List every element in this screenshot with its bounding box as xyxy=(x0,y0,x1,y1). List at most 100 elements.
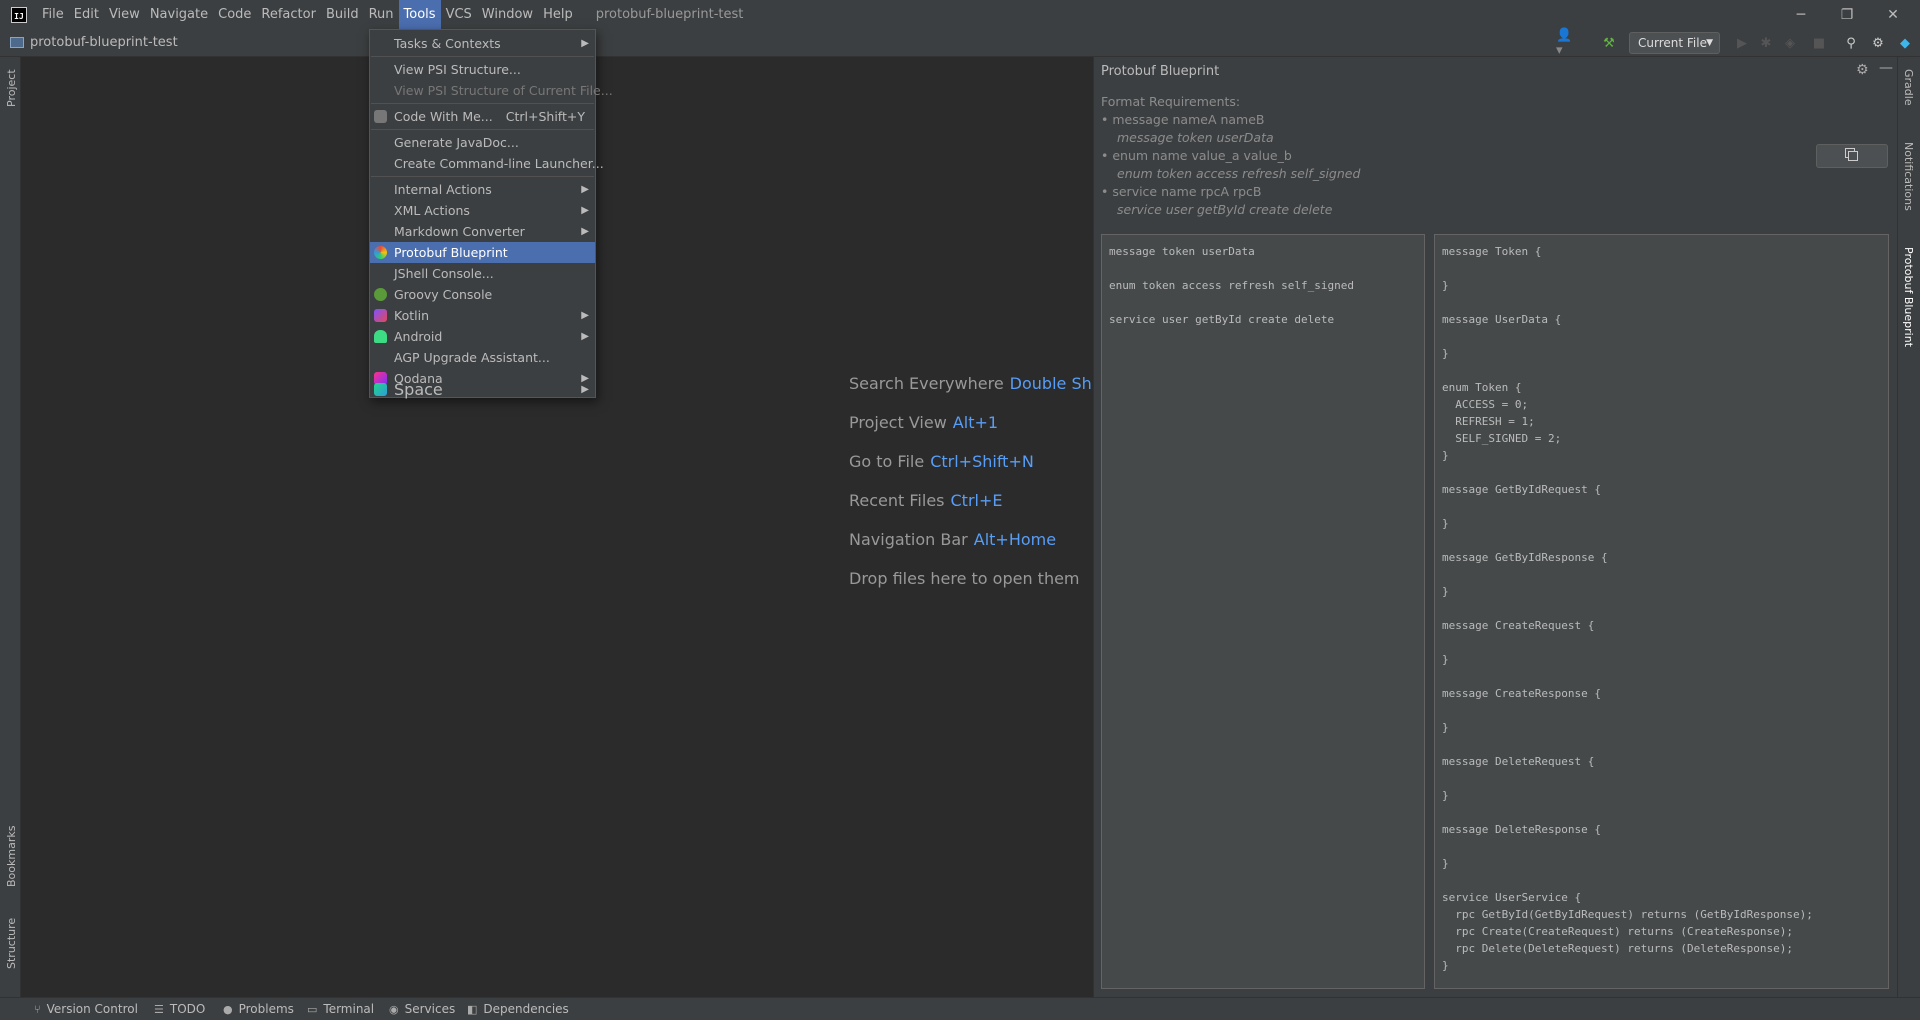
hint-go-to-file: Go to File Ctrl+Shift+N xyxy=(849,452,1034,471)
search-icon[interactable]: ⚲ xyxy=(1842,34,1860,52)
requirement-rule: • service name rpcA rpcB xyxy=(1101,184,1262,199)
menu-item-markdown-converter[interactable]: Markdown Converter ▶ xyxy=(370,221,595,242)
menu-item-generate-javadoc[interactable]: Generate JavaDoc... xyxy=(370,132,595,153)
menu-item-xml-actions[interactable]: XML Actions ▶ xyxy=(370,200,595,221)
menu-item-label: Internal Actions xyxy=(394,182,492,197)
tool-notifications[interactable]: Notifications xyxy=(1902,142,1915,211)
services-icon: ◉ xyxy=(389,1002,399,1016)
menu-item-internal-actions[interactable]: Internal Actions ▶ xyxy=(370,179,595,200)
status-services[interactable]: ◉ Services xyxy=(389,1002,455,1016)
menu-item-label: Kotlin xyxy=(394,308,429,323)
stop-icon[interactable]: ■ xyxy=(1810,34,1828,52)
menu-item-label: Code With Me... xyxy=(394,109,493,124)
chevron-right-icon: ▶ xyxy=(581,331,589,342)
status-label: Services xyxy=(404,1002,456,1016)
tool-project-label: Project xyxy=(5,69,18,107)
groovy-icon xyxy=(374,288,387,301)
hammer-icon[interactable]: ⚒ xyxy=(1600,34,1618,52)
space-icon xyxy=(374,383,387,396)
chevron-right-icon: ▶ xyxy=(581,384,589,395)
menu-item-space[interactable]: Space ▶ xyxy=(370,379,595,400)
jetbrains-icon[interactable]: ◆ xyxy=(1896,34,1914,52)
menu-item-kotlin[interactable]: Kotlin ▶ xyxy=(370,305,595,326)
window-title: protobuf-blueprint-test xyxy=(595,7,744,22)
status-label: Dependencies xyxy=(483,1002,569,1016)
gear-icon[interactable]: ⚙ xyxy=(1856,62,1869,78)
menu-item-code-with-me[interactable]: Code With Me... Ctrl+Shift+Y xyxy=(370,106,595,127)
menu-vcs[interactable]: VCS xyxy=(441,0,477,29)
menu-item-tasks-contexts[interactable]: Tasks & Contexts ▶ xyxy=(370,33,595,54)
restore-icon[interactable]: ❐ xyxy=(1824,0,1870,29)
intellij-logo-icon[interactable]: IJ xyxy=(11,6,27,23)
chevron-right-icon: ▶ xyxy=(581,226,589,237)
settings-icon[interactable]: ⚙ xyxy=(1869,34,1887,52)
tool-project[interactable]: Project xyxy=(5,69,18,107)
menu-item-command-line-launcher[interactable]: Create Command-line Launcher... xyxy=(370,153,604,174)
chevron-right-icon: ▶ xyxy=(581,310,589,321)
menu-build[interactable]: Build xyxy=(321,0,364,29)
close-icon[interactable]: ✕ xyxy=(1870,0,1916,29)
menu-item-groovy-console[interactable]: Groovy Console xyxy=(370,284,595,305)
menu-item-shortcut: Ctrl+Shift+Y xyxy=(505,109,585,124)
minimize-icon[interactable]: ─ xyxy=(1778,0,1824,29)
title-bar: IJ File Edit View Navigate Code Refactor… xyxy=(0,0,1920,29)
tool-structure[interactable]: Structure xyxy=(5,918,18,969)
tool-notifications-label: Notifications xyxy=(1902,142,1915,211)
menu-refactor[interactable]: Refactor xyxy=(256,0,321,29)
chevron-down-icon: ▼ xyxy=(1706,38,1713,48)
input-textarea[interactable]: message token userData enum token access… xyxy=(1101,234,1425,989)
hide-icon[interactable]: — xyxy=(1879,60,1893,76)
hint-shortcut: Alt+1 xyxy=(952,413,999,432)
coverage-icon[interactable]: ◈ xyxy=(1781,34,1799,52)
menu-window[interactable]: Window xyxy=(477,0,538,29)
status-version-control[interactable]: ⑂ Version Control xyxy=(34,1002,138,1016)
status-dependencies[interactable]: ◧ Dependencies xyxy=(467,1002,569,1016)
status-todo[interactable]: ☰ TODO xyxy=(154,1002,205,1016)
menu-file[interactable]: File xyxy=(37,0,69,29)
debug-icon[interactable]: ✱ xyxy=(1757,34,1775,52)
status-problems[interactable]: ● Problems xyxy=(223,1002,294,1016)
problems-icon: ● xyxy=(223,1002,233,1016)
right-tool-stripe: Gradle Notifications Protobuf Blueprint xyxy=(1897,57,1920,997)
hint-navigation-bar: Navigation Bar Alt+Home xyxy=(849,530,1056,549)
separator xyxy=(371,129,594,130)
menu-item-view-psi[interactable]: View PSI Structure... xyxy=(370,59,595,80)
breadcrumb[interactable]: protobuf-blueprint-test xyxy=(10,35,178,50)
status-terminal[interactable]: ▭ Terminal xyxy=(307,1002,374,1016)
menu-item-agp-upgrade[interactable]: AGP Upgrade Assistant... xyxy=(370,347,595,368)
tool-protobuf-blueprint[interactable]: Protobuf Blueprint xyxy=(1902,247,1915,347)
hint-search-everywhere: Search Everywhere Double Shift xyxy=(849,374,1108,393)
code-with-me-icon xyxy=(374,110,387,123)
menu-navigate[interactable]: Navigate xyxy=(145,0,213,29)
copy-button[interactable] xyxy=(1816,144,1888,168)
requirement-example: enum token access refresh self_signed xyxy=(1117,166,1361,181)
menu-help[interactable]: Help xyxy=(538,0,578,29)
menu-tools[interactable]: Tools xyxy=(398,0,441,29)
chevron-right-icon: ▶ xyxy=(581,38,589,49)
tool-bookmarks[interactable]: Bookmarks xyxy=(5,826,18,887)
format-heading: Format Requirements: xyxy=(1101,94,1241,109)
run-configuration-select[interactable]: Current File ▼ xyxy=(1629,32,1720,54)
terminal-icon: ▭ xyxy=(307,1002,318,1016)
menu-item-label: Android xyxy=(394,329,443,344)
android-icon xyxy=(374,330,387,343)
menu-code[interactable]: Code xyxy=(213,0,256,29)
menu-edit[interactable]: Edit xyxy=(69,0,104,29)
status-label: Terminal xyxy=(323,1002,375,1016)
tool-gradle[interactable]: Gradle xyxy=(1902,69,1915,106)
tools-menu: Tasks & Contexts ▶ View PSI Structure... … xyxy=(369,29,613,398)
output-textarea[interactable]: message Token { } message UserData { } e… xyxy=(1434,234,1889,989)
run-icon[interactable]: ▶ xyxy=(1733,34,1751,52)
hint-shortcut: Ctrl+E xyxy=(950,491,1003,510)
protobuf-blueprint-icon xyxy=(374,246,387,259)
branch-icon: ⑂ xyxy=(34,1002,41,1016)
menu-run[interactable]: Run xyxy=(364,0,399,29)
menu-item-label: JShell Console... xyxy=(394,266,494,281)
menu-item-protobuf-blueprint[interactable]: Protobuf Blueprint xyxy=(370,242,595,263)
menu-item-jshell-console[interactable]: JShell Console... xyxy=(370,263,595,284)
menu-item-android[interactable]: Android ▶ xyxy=(370,326,595,347)
list-icon: ☰ xyxy=(154,1002,164,1016)
breadcrumb-project[interactable]: protobuf-blueprint-test xyxy=(30,35,178,50)
menu-view[interactable]: View xyxy=(104,0,145,29)
user-icon[interactable]: 👤▾ xyxy=(1556,28,1574,58)
